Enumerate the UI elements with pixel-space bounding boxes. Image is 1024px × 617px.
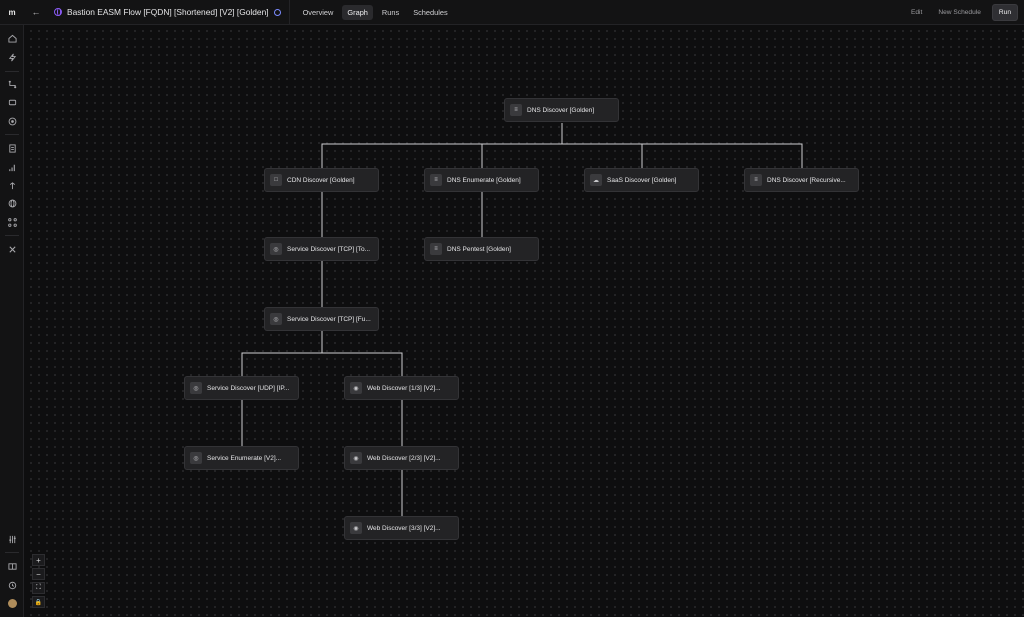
zoom-in-button[interactable]: + (32, 554, 45, 566)
sidebar (0, 25, 24, 617)
node-label: CDN Discover [Golden] (287, 176, 355, 184)
app-logo[interactable]: m (0, 0, 24, 25)
sidebar-divider (5, 134, 19, 135)
target-icon[interactable] (6, 115, 18, 127)
home-icon[interactable] (6, 32, 18, 44)
dns-icon: ≡ (750, 174, 762, 186)
node-label: DNS Pentest [Golden] (447, 245, 511, 253)
sidebar-divider (5, 552, 19, 553)
edit-button[interactable]: Edit (906, 6, 927, 19)
node-label: Service Enumerate [V2]... (207, 454, 282, 462)
radar-icon: ◎ (270, 243, 282, 255)
tab-overview[interactable]: Overview (298, 5, 339, 20)
edge-tcp2-children (241, 331, 403, 376)
fit-view-button[interactable]: ⛶ (32, 582, 45, 594)
node-label: Service Discover [TCP] [Fu... (287, 315, 371, 323)
sidebar-divider (5, 235, 19, 236)
web-icon: ◉ (350, 452, 362, 464)
tab-graph[interactable]: Graph (342, 4, 373, 20)
node-service-discover-tcp-2[interactable]: ◎ Service Discover [TCP] [Fu... (264, 307, 379, 331)
node-label: Service Discover [UDP] [IP... (207, 384, 290, 392)
radar-icon: ◎ (190, 382, 202, 394)
node-label: Service Discover [TCP] [To... (287, 245, 371, 253)
new-schedule-button[interactable]: New Schedule (933, 6, 986, 19)
document-icon[interactable] (6, 142, 18, 154)
network-icon[interactable] (6, 216, 18, 228)
chart-icon[interactable] (6, 161, 18, 173)
node-dns-discover[interactable]: ≡ DNS Discover [Golden] (504, 98, 619, 122)
radar-icon: ◎ (270, 313, 282, 325)
history-icon[interactable] (6, 579, 18, 591)
web-icon: ◉ (350, 382, 362, 394)
verified-icon (273, 8, 281, 16)
node-label: DNS Discover [Recursive... (767, 176, 846, 184)
book-icon[interactable] (6, 560, 18, 572)
run-button[interactable]: Run (991, 3, 1018, 21)
node-dns-discover-recursive[interactable]: ≡ DNS Discover [Recursive... (744, 168, 859, 192)
back-arrow-icon[interactable]: ← (26, 0, 46, 25)
node-label: Web Discover [2/3] [V2]... (367, 454, 441, 462)
node-web-discover-1[interactable]: ◉ Web Discover [1/3] [V2]... (344, 376, 459, 400)
tab-runs[interactable]: Runs (377, 5, 404, 20)
node-service-discover-udp[interactable]: ◎ Service Discover [UDP] [IP... (184, 376, 299, 400)
top-actions: Edit New Schedule Run (906, 3, 1024, 21)
flow-title: Bastion EASM Flow [FQDN] [Shortened] [V2… (46, 0, 290, 25)
bolt-icon[interactable] (6, 51, 18, 63)
node-service-enumerate[interactable]: ◎ Service Enumerate [V2]... (184, 446, 299, 470)
node-web-discover-3[interactable]: ◉ Web Discover [3/3] [V2]... (344, 516, 459, 540)
node-label: DNS Enumerate [Golden] (447, 176, 521, 184)
node-dns-enumerate[interactable]: ≡ DNS Enumerate [Golden] (424, 168, 539, 192)
node-label: DNS Discover [Golden] (527, 106, 595, 114)
zoom-out-button[interactable]: − (32, 568, 45, 580)
node-label: Web Discover [3/3] [V2]... (367, 524, 441, 532)
square-icon: □ (270, 174, 282, 186)
radar-icon: ◎ (190, 452, 202, 464)
node-service-discover-tcp-1[interactable]: ◎ Service Discover [TCP] [To... (264, 237, 379, 261)
node-label: SaaS Discover [Golden] (607, 176, 677, 184)
web-icon: ◉ (350, 522, 362, 534)
puzzle-icon[interactable] (6, 96, 18, 108)
cloud-icon: ☁ (590, 174, 602, 186)
globe-icon (54, 8, 62, 16)
dns-icon: ≡ (430, 243, 442, 255)
sidebar-divider (5, 71, 19, 72)
top-bar: m ← Bastion EASM Flow [FQDN] [Shortened]… (0, 0, 1024, 25)
node-label: Web Discover [1/3] [V2]... (367, 384, 441, 392)
tower-icon[interactable] (6, 179, 18, 191)
dns-icon: ≡ (510, 104, 522, 116)
node-saas-discover[interactable]: ☁ SaaS Discover [Golden] (584, 168, 699, 192)
tab-bar: Overview Graph Runs Schedules (290, 4, 453, 20)
node-dns-pentest[interactable]: ≡ DNS Pentest [Golden] (424, 237, 539, 261)
graph-canvas[interactable]: ≡ DNS Discover [Golden] □ CDN Discover [… (24, 25, 1024, 617)
tab-schedules[interactable]: Schedules (408, 5, 453, 20)
workflow-icon[interactable] (6, 78, 18, 90)
flow-title-text: Bastion EASM Flow [FQDN] [Shortened] [V2… (67, 7, 269, 17)
node-cdn-discover[interactable]: □ CDN Discover [Golden] (264, 168, 379, 192)
lock-button[interactable]: 🔒 (32, 596, 45, 608)
globe-icon[interactable] (6, 197, 18, 209)
tools-icon[interactable] (6, 243, 18, 255)
dns-icon: ≡ (430, 174, 442, 186)
sliders-icon[interactable] (6, 533, 18, 545)
avatar[interactable] (6, 597, 18, 609)
edge-dns-discover-children (321, 123, 803, 168)
node-web-discover-2[interactable]: ◉ Web Discover [2/3] [V2]... (344, 446, 459, 470)
